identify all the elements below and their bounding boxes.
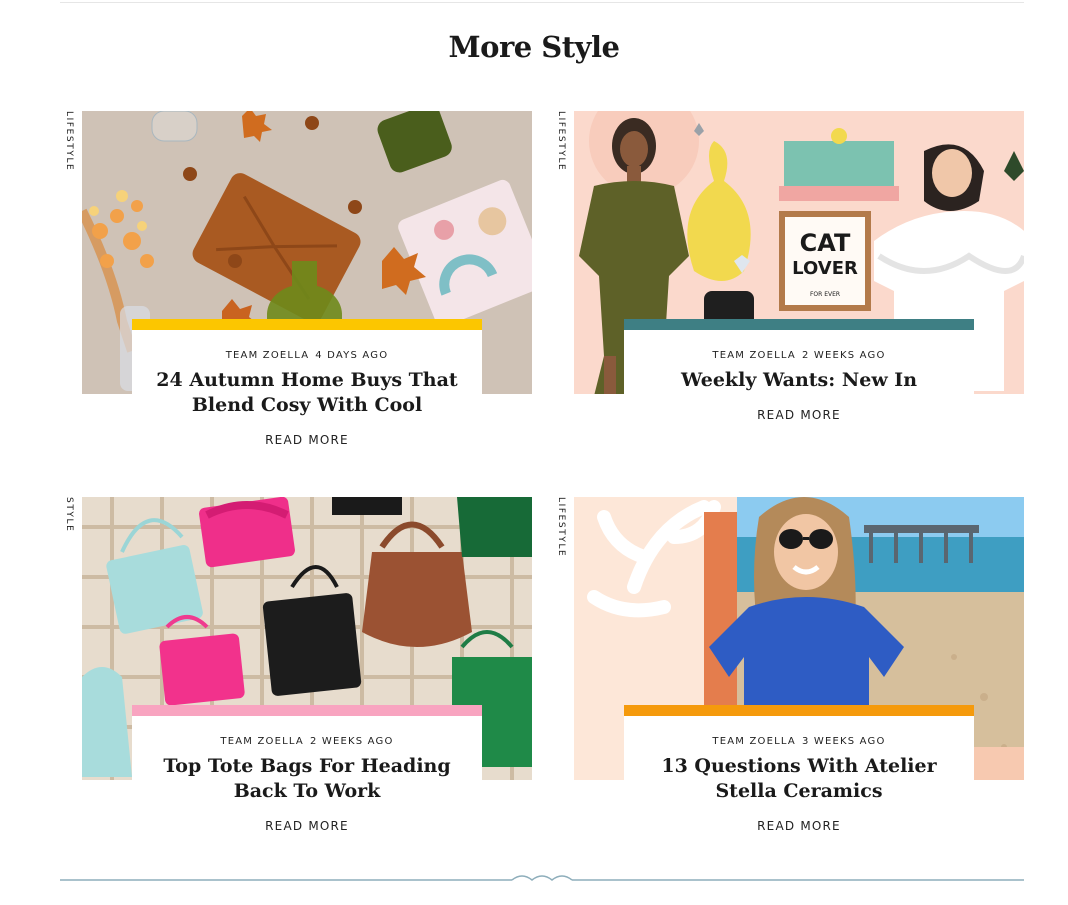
article-info-panel: Team Zoella 2 weeks ago Weekly Wants: New… bbox=[624, 319, 974, 471]
post-date: 2 weeks ago bbox=[801, 350, 886, 361]
read-more-link[interactable]: Read More bbox=[265, 819, 349, 833]
article-title[interactable]: Top Tote Bags For Heading Back To Work bbox=[147, 754, 467, 804]
category-label[interactable]: Lifestyle bbox=[60, 111, 74, 171]
author[interactable]: Team Zoella bbox=[712, 736, 796, 747]
article-meta: Team Zoella 2 weeks ago bbox=[132, 736, 482, 747]
article-info-panel: Team Zoella 3 weeks ago 13 Questions With… bbox=[624, 705, 974, 857]
accent-bar bbox=[624, 319, 974, 330]
image-text-forever: FOR EVER bbox=[810, 291, 840, 298]
article-title[interactable]: Weekly Wants: New In bbox=[639, 368, 959, 393]
article-title[interactable]: 24 Autumn Home Buys That Blend Cosy With… bbox=[147, 368, 467, 418]
read-more-link[interactable]: Read More bbox=[757, 819, 841, 833]
post-date: 4 days ago bbox=[315, 350, 389, 361]
article-card[interactable]: Style bbox=[60, 497, 532, 857]
section-title: More Style bbox=[448, 30, 620, 64]
article-info-panel: Team Zoella 4 days ago 24 Autumn Home Buy… bbox=[132, 319, 482, 471]
article-meta: Team Zoella 4 days ago bbox=[132, 350, 482, 361]
accent-bar bbox=[624, 705, 974, 716]
author[interactable]: Team Zoella bbox=[226, 350, 310, 361]
top-divider bbox=[60, 2, 1024, 3]
article-info-panel: Team Zoella 2 weeks ago Top Tote Bags For… bbox=[132, 705, 482, 857]
article-card[interactable]: Lifestyle bbox=[60, 111, 532, 471]
author[interactable]: Team Zoella bbox=[220, 736, 304, 747]
image-text-lover: LOVER bbox=[792, 258, 858, 279]
article-title[interactable]: 13 Questions With Atelier Stella Ceramic… bbox=[639, 754, 959, 804]
article-meta: Team Zoella 3 weeks ago bbox=[624, 736, 974, 747]
image-text-cat: CAT bbox=[800, 229, 851, 257]
article-meta: Team Zoella 2 weeks ago bbox=[624, 350, 974, 361]
post-date: 2 weeks ago bbox=[309, 736, 394, 747]
author[interactable]: Team Zoella bbox=[712, 350, 796, 361]
category-label[interactable]: Lifestyle bbox=[552, 111, 566, 171]
read-more-link[interactable]: Read More bbox=[265, 433, 349, 447]
read-more-link[interactable]: Read More bbox=[757, 408, 841, 422]
post-date: 3 weeks ago bbox=[801, 736, 886, 747]
article-card[interactable]: Lifestyle bbox=[552, 497, 1024, 857]
article-card[interactable]: Lifestyle CAT LOVER FOR EVER bbox=[552, 111, 1024, 471]
accent-bar bbox=[132, 319, 482, 330]
accent-bar bbox=[132, 705, 482, 716]
wave-divider-icon bbox=[60, 875, 1024, 881]
wave-divider bbox=[60, 872, 1024, 886]
category-label[interactable]: Style bbox=[60, 497, 74, 532]
category-label[interactable]: Lifestyle bbox=[552, 497, 566, 557]
